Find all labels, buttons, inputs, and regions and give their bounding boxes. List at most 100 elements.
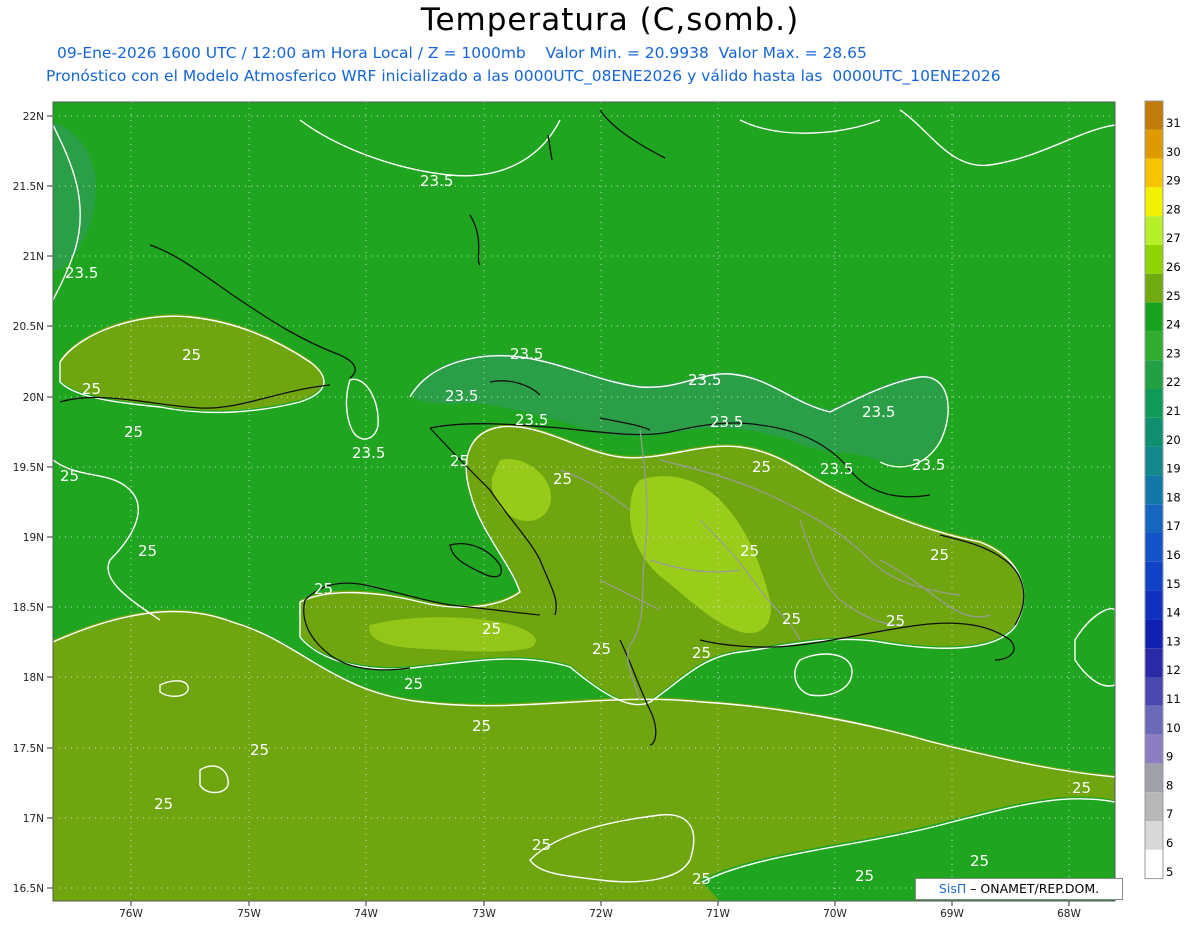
- colorbar-swatch: [1145, 216, 1163, 245]
- credit-box: SisΠ – ONAMET/REP.DOM.: [915, 878, 1123, 900]
- latitude-axis: 22N 21.5N 21N 20.5N 20N 19.5N 19N 18.5N …: [13, 111, 53, 895]
- lat-label: 19N: [23, 532, 44, 544]
- contour-label: 23.5: [912, 456, 945, 474]
- lat-label: 17.5N: [13, 743, 44, 755]
- contour-label: 25: [154, 795, 173, 813]
- colorbar-label: 7: [1166, 807, 1173, 821]
- colorbar-swatch: [1145, 245, 1163, 274]
- colorbar-swatch: [1145, 360, 1163, 389]
- colorbar-swatch: [1145, 533, 1163, 562]
- colorbar-swatch: [1145, 792, 1163, 821]
- colorbar-label: 24: [1166, 318, 1181, 332]
- colorbar-swatch: [1145, 561, 1163, 591]
- colorbar-label: 26: [1166, 260, 1181, 274]
- contour-label: 23.5: [510, 345, 543, 363]
- contour-label: 25: [752, 458, 771, 476]
- contour-label: 25: [472, 717, 491, 735]
- lat-label: 16.5N: [13, 883, 44, 895]
- sispi-logo-text: SisΠ: [938, 881, 967, 896]
- lat-label: 17N: [23, 813, 44, 825]
- lon-label: 69W: [940, 908, 964, 920]
- contour-label: 25: [692, 644, 711, 662]
- colorbar-label: 18: [1166, 490, 1181, 504]
- contour-label: 25: [138, 542, 157, 560]
- colorbar-label: 12: [1166, 663, 1181, 677]
- colorbar-label: 14: [1166, 606, 1181, 620]
- contour-label: 23.5: [515, 411, 548, 429]
- contour-label: 23.5: [445, 387, 478, 405]
- temperature-field: 23.5 23.5 23.5 23.5 23.5 23.5 23.5 23.5 …: [53, 102, 1115, 901]
- lon-label: 70W: [823, 908, 847, 920]
- colorbar-swatch: [1145, 187, 1163, 217]
- colorbar-label: 21: [1166, 404, 1181, 418]
- colorbar-label: 30: [1166, 145, 1181, 159]
- colorbar-swatch: [1145, 504, 1163, 533]
- colorbar-label: 19: [1166, 462, 1181, 476]
- colorbar-label: 11: [1166, 692, 1181, 706]
- colorbar-label: 10: [1166, 721, 1181, 735]
- contour-label: 25: [182, 346, 201, 364]
- contour-label: 23.5: [710, 413, 743, 431]
- colorbar-label: 13: [1166, 634, 1181, 648]
- contour-label: 25: [692, 870, 711, 888]
- contour-label: 23.5: [862, 403, 895, 421]
- lon-label: 73W: [472, 908, 496, 920]
- contour-label: 25: [404, 675, 423, 693]
- colorbar-swatch: [1145, 417, 1163, 447]
- colorbar-label: 20: [1166, 433, 1181, 447]
- colorbar-label: 23: [1166, 346, 1181, 360]
- contour-label: 25: [314, 580, 333, 598]
- colorbar-swatch: [1145, 763, 1163, 793]
- colorbar-swatch: [1145, 331, 1163, 361]
- contour-label: 25: [60, 467, 79, 485]
- lon-label: 72W: [589, 908, 613, 920]
- lat-label: 21.5N: [13, 181, 44, 193]
- colorbar-swatch: [1145, 821, 1163, 850]
- lon-label: 74W: [354, 908, 378, 920]
- contour-label: 25: [970, 852, 989, 870]
- colorbar-label: 27: [1166, 231, 1181, 245]
- colorbar-label: 29: [1166, 174, 1181, 188]
- longitude-axis: 76W 75W 74W 73W 72W 71W 70W 69W 68W: [119, 901, 1081, 920]
- contour-label: 25: [250, 741, 269, 759]
- contour-label: 25: [532, 836, 551, 854]
- contour-label: 25: [124, 423, 143, 441]
- colorbar-label: 6: [1166, 836, 1173, 850]
- contour-label: 25: [553, 470, 572, 488]
- colorbar-label: 25: [1166, 289, 1181, 303]
- contour-label: 23.5: [820, 460, 853, 478]
- colorbar-label: 28: [1166, 202, 1181, 216]
- contour-label: 25: [930, 546, 949, 564]
- colorbar-label: 9: [1166, 750, 1173, 764]
- contour-label: 25: [450, 452, 469, 470]
- colorbar-swatch: [1145, 101, 1163, 130]
- colorbar-swatch: [1145, 158, 1163, 188]
- lat-label: 18N: [23, 672, 44, 684]
- credit-org: – ONAMET/REP.DOM.: [966, 881, 1100, 896]
- colorbar-swatch: [1145, 302, 1163, 332]
- lat-label: 20N: [23, 392, 44, 404]
- contour-label: 23.5: [65, 264, 98, 282]
- colorbar-swatch: [1145, 677, 1163, 706]
- colorbar-label: 22: [1166, 375, 1181, 389]
- contour-label: 23.5: [420, 172, 453, 190]
- contour-label: 25: [782, 610, 801, 628]
- lat-label: 18.5N: [13, 602, 44, 614]
- contour-label: 23.5: [352, 444, 385, 462]
- colorbar-label: 31: [1166, 116, 1181, 130]
- colorbar-label: 16: [1166, 548, 1181, 562]
- contour-label: 23.5: [688, 371, 721, 389]
- colorbar-swatch: [1145, 648, 1163, 677]
- contour-label: 25: [740, 542, 759, 560]
- colorbar-swatch: [1145, 734, 1163, 764]
- contour-label: 25: [482, 620, 501, 638]
- contour-label: 25: [886, 612, 905, 630]
- lat-label: 22N: [23, 111, 44, 123]
- lon-label: 68W: [1057, 908, 1081, 920]
- colorbar-label: 15: [1166, 577, 1181, 591]
- contour-label: 25: [592, 640, 611, 658]
- temperature-map: 23.5 23.5 23.5 23.5 23.5 23.5 23.5 23.5 …: [13, 100, 1181, 920]
- lon-label: 76W: [119, 908, 143, 920]
- colorbar-swatch: [1145, 475, 1163, 505]
- colorbar-swatch: [1145, 273, 1163, 303]
